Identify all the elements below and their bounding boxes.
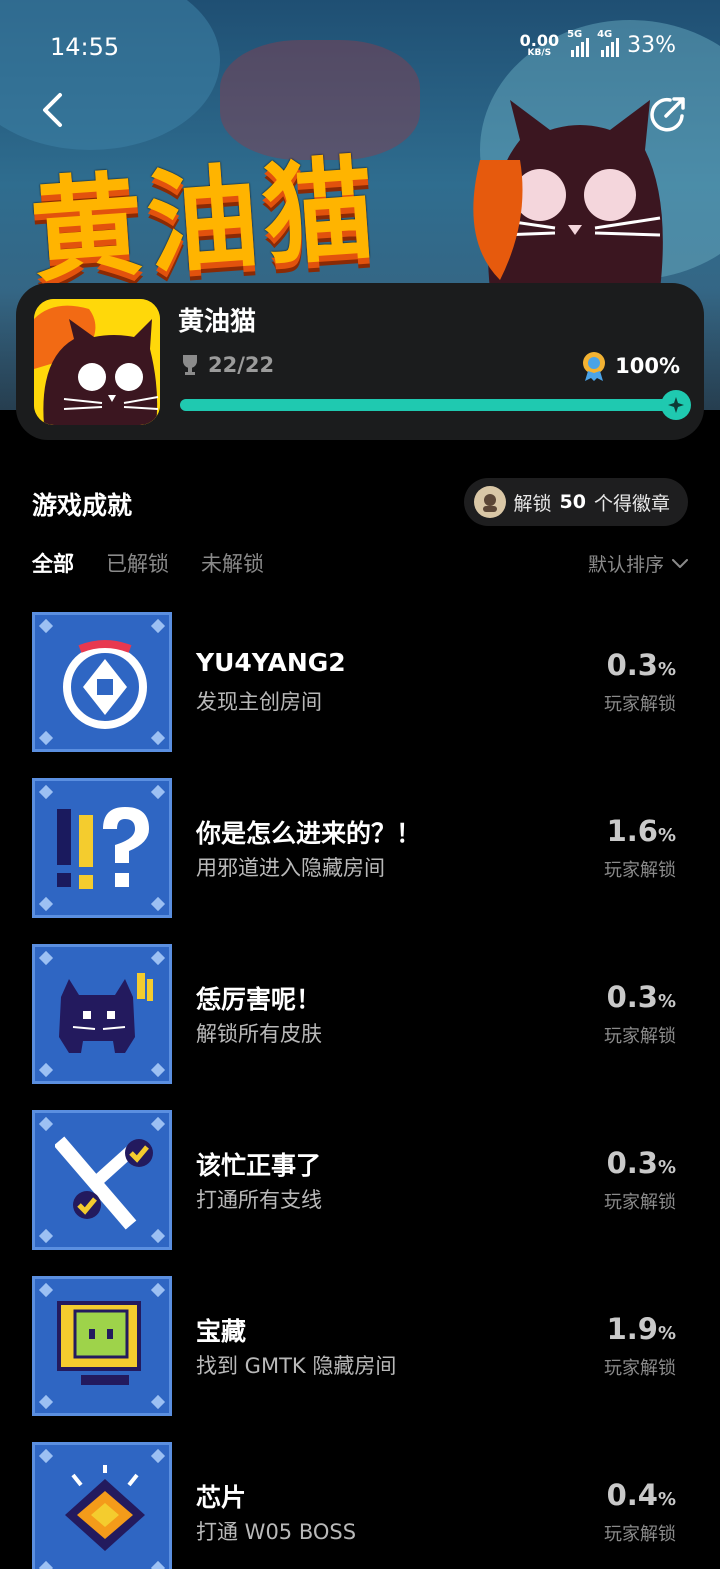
trophy-count: 22/22 [180,353,274,377]
status-time: 14:55 [50,33,120,61]
achievement-title: 恁厉害呢！ [196,985,322,1014]
achievement-rate: 0.3% [607,648,676,682]
section-title: 游戏成就 [32,491,133,520]
achievement-rate: 1.9% [607,1312,676,1346]
signal-5g-icon: 5G [567,29,590,57]
trophy-count-text: 22/22 [208,353,275,377]
achievement-title: 你是怎么进来的？！ [196,819,422,848]
achievement-rate: 0.3% [607,1146,676,1180]
hero-cat-illustration [473,100,663,290]
back-button[interactable] [32,90,72,130]
chip-icon [32,1442,172,1569]
achievement-rate-value: 0.3 [606,648,658,682]
achievement-rate-label: 玩家解锁 [604,694,676,715]
sort-label: 默认排序 [587,554,664,576]
achievement-item[interactable]: 该忙正事了 打通所有支线 0.3% 玩家解锁 [0,1110,720,1276]
achievement-list: YU4YANG2 发现主创房间 0.3% 玩家解锁 你是怎么进来的？！ 用邪道进… [0,612,720,1569]
achievement-desc: 打通所有支线 [196,1188,322,1212]
achievement-rate-label: 玩家解锁 [604,1192,676,1213]
chevron-left-icon [43,93,62,127]
achievement-rate-label: 玩家解锁 [604,1358,676,1379]
signal-4g-icon: 4G [597,29,620,57]
game-summary-card[interactable]: 黄油猫 22/22 100% [16,283,704,440]
achievement-rate: 1.6% [607,814,676,848]
achievement-title: 宝藏 [196,1317,247,1346]
achievement-rate-unit: % [657,1489,676,1510]
hero-title-art: 黄油猫 [26,143,383,298]
achievement-rate-label: 玩家解锁 [604,1524,676,1545]
achievement-desc: 解锁所有皮肤 [196,1022,322,1046]
achievement-rate-unit: % [657,1157,676,1178]
achievement-rate: 0.3% [607,980,676,1014]
tab-unlocked[interactable]: 已解锁 [106,548,169,578]
dpad-icon [32,612,172,752]
net-speed-value: 0.00 [519,31,560,50]
achievement-desc: 打通 W05 BOSS [196,1520,357,1544]
badge-prefix: 解锁 [513,492,552,515]
achievement-rate-unit: % [657,991,676,1012]
achievement-desc: 找到 GMTK 隐藏房间 [196,1354,397,1378]
achievement-rate-value: 0.4 [606,1478,658,1512]
badge-avatar-icon [473,486,506,518]
signal-5g-tag: 5G [567,28,583,40]
achievement-rate-unit: % [657,1323,676,1344]
badge-suffix: 个得徽章 [593,492,670,515]
achievement-rate-value: 1.6 [606,814,658,848]
completion-percent: 100% [581,351,680,381]
status-bar: 14:55 0.00 KB/S 5G 4G 33% [0,0,720,90]
tab-locked[interactable]: 未解锁 [201,548,264,578]
achievement-rate: 0.4% [607,1478,676,1512]
achievement-item[interactable]: 宝藏 找到 GMTK 隐藏房间 1.9% 玩家解锁 [0,1276,720,1442]
achievement-title: 芯片 [196,1483,247,1512]
achievement-title: YU4YANG2 [196,648,346,677]
achievement-item[interactable]: 你是怎么进来的？！ 用邪道进入隐藏房间 1.6% 玩家解锁 [0,778,720,944]
game-name: 黄油猫 [178,307,257,337]
completion-percent-text: 100% [615,354,680,378]
net-speed-unit: KB/S [527,48,552,58]
filter-tabs: 全部 已解锁 未解锁 [32,548,264,578]
completion-progress-fill [180,399,676,411]
medal-icon [583,352,606,381]
share-icon [650,97,685,132]
trophy-icon [183,355,197,375]
net-speed: 0.00 KB/S [520,33,559,58]
achievement-rate-unit: % [657,825,676,846]
achievement-rate-value: 1.9 [606,1312,658,1346]
signal-4g-tag: 4G [597,28,613,40]
achievement-item[interactable]: YU4YANG2 发现主创房间 0.3% 玩家解锁 [0,612,720,778]
achievement-rate-value: 0.3 [606,1146,658,1180]
badge-unlock-button[interactable]: 解锁 50 个得徽章 [463,478,688,526]
exclaim-question-icon [32,778,172,918]
sort-dropdown[interactable]: 默认排序 [588,550,688,577]
achievement-title: 该忙正事了 [196,1151,322,1180]
achievement-desc: 用邪道进入隐藏房间 [196,856,385,880]
badge-count: 50 [559,491,586,513]
share-button[interactable] [644,90,692,138]
achievement-item[interactable]: 恁厉害呢！ 解锁所有皮肤 0.3% 玩家解锁 [0,944,720,1110]
achievement-rate-label: 玩家解锁 [604,860,676,881]
achievement-rate-value: 0.3 [606,980,658,1014]
achievement-rate-label: 玩家解锁 [604,1026,676,1047]
checklist-icon [32,1110,172,1250]
cat-icon [32,944,172,1084]
game-icon [34,299,160,425]
battery-level: 33% [627,33,676,58]
completion-progress-bar [180,390,691,420]
achievement-item[interactable]: 芯片 打通 W05 BOSS 0.4% 玩家解锁 [0,1442,720,1569]
achievement-rate-unit: % [657,659,676,680]
tab-all[interactable]: 全部 [32,548,74,578]
chevron-down-icon [672,558,688,568]
monitor-icon [32,1276,172,1416]
achievement-desc: 发现主创房间 [196,690,322,714]
game-cat-icon [34,299,160,425]
status-indicators: 0.00 KB/S 5G 4G 33% [520,29,676,59]
progress-star-icon [661,390,691,420]
